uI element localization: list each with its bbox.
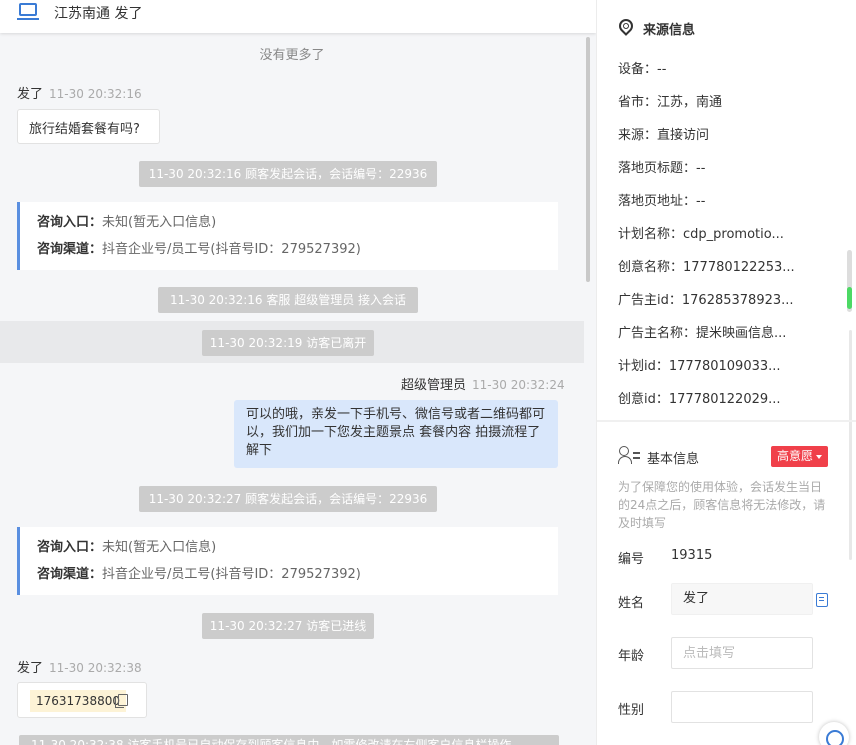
no-more-text: 没有更多了 [259, 48, 325, 63]
source-row: 来源：直接访问 [618, 124, 828, 143]
message-line: 以，我们加一下您发主题景点 套餐内容 拍摄流程了 [246, 425, 541, 440]
system-event: 11-30 20:32:27 访客已进线 [202, 613, 374, 639]
sender-name: 发了 [17, 87, 44, 102]
copy-icon[interactable] [115, 694, 128, 708]
source-title: 来源信息 [643, 23, 696, 38]
source-value: 提米映画信息... [696, 326, 787, 341]
visitor-name: 江苏南通 发了 [54, 6, 143, 22]
system-event: 11-30 20:32:38 访客手机号已自动保存到顾客信息中，如需修改请在右侧… [19, 735, 559, 745]
intent-badge[interactable]: 高意愿 [771, 446, 829, 467]
edit-hint: 为了保障您的使用体验，会话发生当日的24点之后，顾客信息将无法修改，请及时填写 [618, 480, 826, 530]
caret-down-icon [816, 454, 823, 459]
source-row: 落地页地址：-- [618, 190, 828, 209]
laptop-icon [17, 3, 39, 21]
message-line: 解下 [246, 443, 273, 458]
source-value: 177780122253... [683, 260, 795, 275]
chat-header: 江苏南通 发了 [0, 0, 596, 33]
incoming-message: 17631738800 [17, 682, 147, 718]
source-key: 计划id： [618, 359, 669, 374]
message-sender: 超级管理员 11-30 20:32:24 [401, 374, 565, 393]
source-value: 江苏，南通 [657, 95, 723, 110]
assistant-float-button[interactable] [819, 722, 849, 745]
source-key: 创意id： [618, 392, 669, 407]
source-key: 广告主id： [618, 293, 682, 308]
sender-name: 发了 [17, 661, 44, 676]
source-row: 广告主id：176285378923... [618, 289, 828, 308]
phone-number[interactable]: 17631738800 [30, 690, 126, 712]
age-field[interactable] [671, 637, 813, 669]
entry-row: 咨询入口：未知(暂无入口信息) [37, 215, 217, 230]
gender-field[interactable] [671, 691, 813, 723]
source-row: 计划名称：cdp_promotio... [618, 223, 828, 242]
source-value: 176285378923... [681, 293, 794, 308]
source-row: 省市：江苏，南通 [618, 91, 828, 110]
copy-icon[interactable] [816, 593, 828, 607]
panel-scroll-track [849, 330, 852, 560]
source-row: 设备：-- [618, 58, 828, 77]
source-row: 广告主名称：提米映画信息... [618, 322, 828, 341]
age-label: 年龄 [618, 649, 645, 664]
source-value: -- [657, 62, 667, 77]
source-row: 创意名称：177780122253... [618, 256, 828, 275]
channel-row: 咨询渠道：抖音企业号/员工号(抖音号ID：279527392) [37, 567, 361, 582]
location-pin-icon [616, 16, 636, 36]
name-label: 姓名 [618, 596, 645, 611]
incoming-message: 旅行结婚套餐有吗? [17, 109, 160, 144]
consult-info-card: 咨询入口：未知(暂无入口信息) 咨询渠道：抖音企业号/员工号(抖音号ID：279… [17, 202, 558, 270]
basic-title: 基本信息 [647, 452, 700, 467]
source-key: 落地页标题： [618, 161, 697, 176]
source-row: 计划id：177780109033... [618, 355, 828, 374]
message-sender: 发了 11-30 20:32:38 [17, 657, 142, 676]
message-time: 11-30 20:32:16 [49, 87, 142, 101]
name-field[interactable]: 发了 [671, 583, 813, 615]
message-line: 可以的哦，亲发一下手机号、微信号或者二维码都可 [246, 407, 546, 422]
system-event: 11-30 20:32:27 顾客发起会话，会话编号：22936 [139, 486, 437, 512]
id-value: 19315 [671, 548, 713, 563]
channel-row: 咨询渠道：抖音企业号/员工号(抖音号ID：279527392) [37, 242, 361, 257]
system-event: 11-30 20:32:16 客服 超级管理员 接入会话 [158, 287, 418, 313]
panel-scrollbar[interactable] [847, 250, 852, 312]
source-row: 创意id：177780122029... [618, 388, 828, 407]
entry-row: 咨询入口：未知(暂无入口信息) [37, 540, 217, 555]
system-event: 11-30 20:32:19 访客已离开 [202, 330, 374, 356]
source-value: -- [696, 161, 706, 176]
source-value: cdp_promotio... [683, 227, 784, 242]
consult-info-card: 咨询入口：未知(暂无入口信息) 咨询渠道：抖音企业号/员工号(抖音号ID：279… [17, 527, 558, 595]
source-key: 来源： [618, 128, 658, 143]
chat-panel: 江苏南通 发了 没有更多了 发了 11-30 20:32:16 旅行结婚套餐有吗?… [0, 0, 596, 745]
source-value: -- [696, 194, 706, 209]
source-key: 计划名称： [618, 227, 684, 242]
system-event: 11-30 20:32:16 顾客发起会话，会话编号：22936 [139, 161, 437, 187]
badge-label: 高意愿 [777, 449, 814, 463]
source-key: 设备： [618, 62, 658, 77]
source-key: 广告主名称： [618, 326, 697, 341]
source-key: 落地页地址： [618, 194, 697, 209]
source-key: 创意名称： [618, 260, 684, 275]
source-value: 177780122029... [668, 392, 781, 407]
id-label: 编号 [618, 552, 645, 567]
message-sender: 发了 11-30 20:32:16 [17, 83, 142, 102]
source-row: 落地页标题：-- [618, 157, 828, 176]
divider [597, 420, 856, 422]
outgoing-message: 可以的哦，亲发一下手机号、微信号或者二维码都可 以，我们加一下您发主题景点 套餐… [234, 400, 558, 468]
gender-label: 性别 [618, 703, 645, 718]
source-value: 177780109033... [668, 359, 781, 374]
message-time: 11-30 20:32:24 [472, 378, 565, 392]
message-time: 11-30 20:32:38 [49, 661, 142, 675]
customer-info-panel: 来源信息 设备：-- 省市：江苏，南通 来源：直接访问 落地页标题：-- 落地页地址：-… [596, 0, 856, 745]
source-key: 省市： [618, 95, 658, 110]
chat-scrollbar[interactable] [586, 37, 590, 282]
source-value: 直接访问 [657, 128, 710, 143]
sender-name: 超级管理员 [401, 378, 467, 393]
user-list-icon [618, 446, 640, 466]
